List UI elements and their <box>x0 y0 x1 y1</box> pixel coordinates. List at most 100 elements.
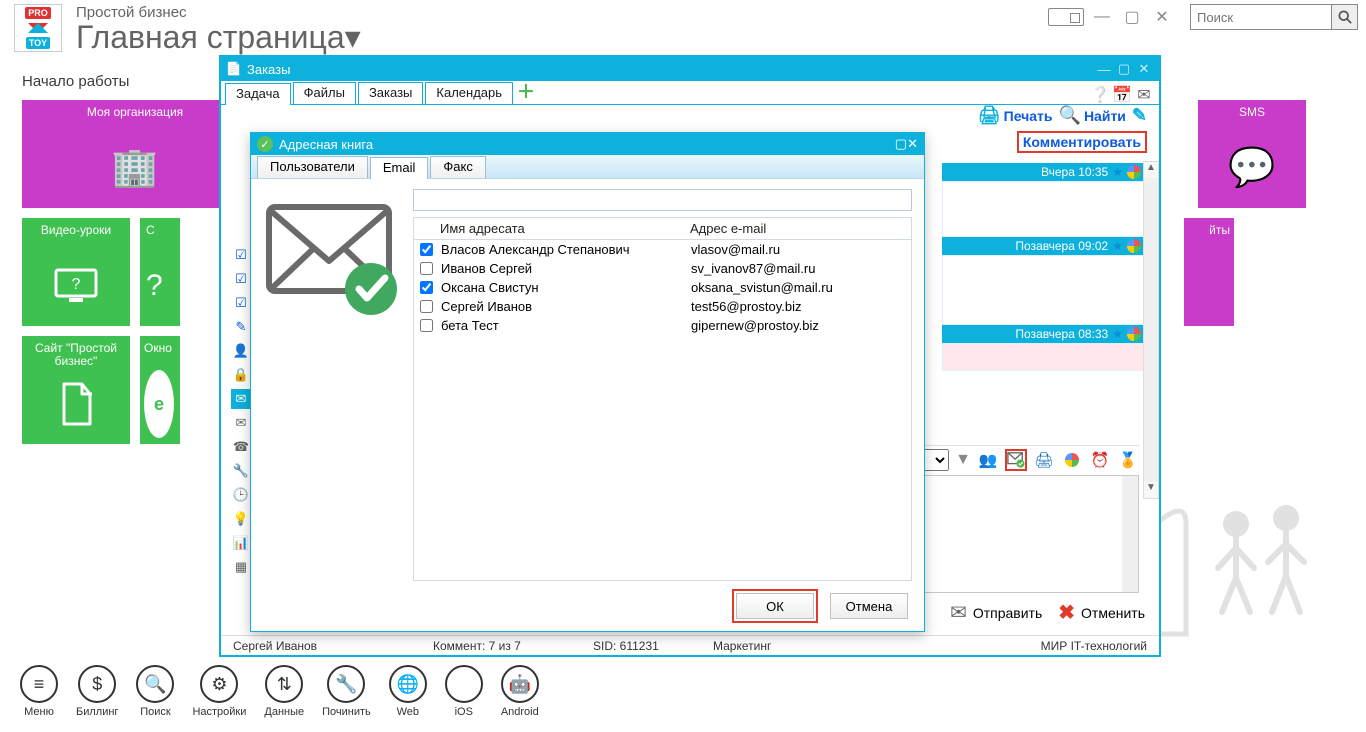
report-strip-icon[interactable]: 📊 <box>231 533 251 553</box>
check-icon[interactable]: ☑ <box>231 245 251 265</box>
pie-icon[interactable] <box>1061 449 1083 471</box>
comment-header[interactable]: Позавчера 08:33★ <box>942 325 1147 343</box>
clock-strip-icon[interactable]: 🕒 <box>231 485 251 505</box>
gear-icon: ⚙ <box>200 665 238 703</box>
addr-tab-fax[interactable]: Факс <box>430 156 485 178</box>
bulb-strip-icon[interactable]: 💡 <box>231 509 251 529</box>
comment-header[interactable]: Вчера 10:35★ <box>942 163 1147 181</box>
help-icon[interactable]: ❔ <box>1091 86 1109 104</box>
addr-cancel-button[interactable]: Отмена <box>830 593 908 619</box>
status-user: Сергей Иванов <box>221 639 421 653</box>
tile-sms[interactable]: SMS 💬 <box>1198 100 1306 208</box>
comment-header[interactable]: Позавчера 09:02★ <box>942 237 1147 255</box>
comment-body[interactable] <box>942 181 1147 237</box>
grid-strip-icon[interactable]: ▦ <box>231 557 251 577</box>
search-toolbar-button[interactable]: 🔍Поиск <box>136 665 174 718</box>
addr-row-email: sv_ivanov87@mail.ru <box>691 261 905 276</box>
comment-body[interactable] <box>942 255 1147 325</box>
tile-window[interactable]: Окно e <box>140 336 180 444</box>
editor-scrollbar[interactable] <box>1122 476 1138 592</box>
addr-th-email[interactable]: Адрес e-mail <box>684 218 911 239</box>
check-circle-icon: ✓ <box>257 136 273 152</box>
calendar-small-icon[interactable]: 📅 <box>1113 86 1131 104</box>
addr-tab-email[interactable]: Email <box>370 157 429 179</box>
alarm-icon[interactable]: ⏰ <box>1089 449 1111 471</box>
addr-search-input[interactable] <box>413 189 912 211</box>
lock-icon[interactable]: 🔒 <box>231 365 251 385</box>
page-title[interactable]: Главная страница▾ <box>76 21 1048 53</box>
data-button[interactable]: ⇅Данные <box>264 665 304 718</box>
addr-row-checkbox[interactable] <box>420 262 433 275</box>
scroll-up-icon[interactable]: ▲ <box>1144 162 1158 178</box>
find-link[interactable]: 🔍Найти <box>1059 105 1126 126</box>
tile-my-org[interactable]: Моя организация 🏢 <box>22 100 248 208</box>
addr-row[interactable]: Сергей Ивановtest56@prostoy.biz <box>414 297 911 316</box>
mail-check-icon[interactable] <box>1005 449 1027 471</box>
cancel-button[interactable]: ✖Отменить <box>1058 600 1145 625</box>
addr-row[interactable]: бета Тестgipernew@prostoy.biz <box>414 316 911 335</box>
send-button[interactable]: ✉Отправить <box>950 600 1042 625</box>
android-button[interactable]: 🤖Android <box>501 665 539 718</box>
check2-icon[interactable]: ☑ <box>231 269 251 289</box>
android-icon: 🤖 <box>501 665 539 703</box>
settings-button[interactable]: ⚙Настройки <box>192 665 246 718</box>
tab-files[interactable]: Файлы <box>293 82 356 104</box>
search-button[interactable] <box>1332 4 1358 30</box>
addr-ok-button[interactable]: ОК <box>736 593 814 619</box>
tile-site-pb[interactable]: Сайт "Простой бизнес" <box>22 336 130 444</box>
tile-video[interactable]: Видео-уроки ? <box>22 218 130 326</box>
minimize-icon[interactable]: — <box>1090 8 1114 26</box>
addr-row-checkbox[interactable] <box>420 281 433 294</box>
addr-row[interactable]: Власов Александр Степановичvlasov@mail.r… <box>414 240 911 259</box>
medal-icon[interactable]: 🏅 <box>1117 449 1139 471</box>
tab-calendar[interactable]: Календарь <box>425 82 513 104</box>
ios-button[interactable]: iOS <box>445 665 483 718</box>
keyboard-indicator[interactable] <box>1048 8 1084 26</box>
mail2-strip-icon[interactable]: ✉ <box>231 413 251 433</box>
comment-link[interactable]: Комментировать <box>1017 131 1147 153</box>
addr-row[interactable]: Иванов Сергейsv_ivanov87@mail.ru <box>414 259 911 278</box>
comment-body[interactable] <box>942 343 1147 371</box>
tab-task[interactable]: Задача <box>225 83 291 105</box>
edit-strip-icon[interactable]: ✎ <box>231 317 251 337</box>
orders-maximize-icon[interactable]: ▢ <box>1115 60 1133 78</box>
tile-sites[interactable]: йты <box>1184 218 1234 326</box>
print2-icon[interactable]: 🖨 <box>1033 449 1055 471</box>
addr-row[interactable]: Оксана Свистунoksana_svistun@mail.ru <box>414 278 911 297</box>
billing-icon: $ <box>78 665 116 703</box>
addr-row-checkbox[interactable] <box>420 243 433 256</box>
addr-th-name[interactable]: Имя адресата <box>434 218 684 239</box>
maximize-icon[interactable]: ▢ <box>1120 8 1144 26</box>
close-icon[interactable]: ✕ <box>1150 8 1174 26</box>
wrench-strip-icon[interactable]: 🔧 <box>231 461 251 481</box>
print-link[interactable]: 🖨Печать <box>978 105 1053 126</box>
addr-titlebar[interactable]: ✓ Адресная книга ▢ ✕ <box>251 133 924 155</box>
tab-orders[interactable]: Заказы <box>358 82 423 104</box>
billing-button[interactable]: $Биллинг <box>76 665 118 718</box>
mail-strip-icon[interactable]: ✉ <box>231 389 251 409</box>
people-icon[interactable]: 👥 <box>977 449 999 471</box>
message-icon[interactable]: ✉ <box>1135 86 1153 104</box>
menu-button[interactable]: ≡Меню <box>20 665 58 718</box>
repair-button[interactable]: 🔧Починить <box>322 665 371 718</box>
web-button[interactable]: 🌐Web <box>389 665 427 718</box>
tile-help[interactable]: С ? <box>140 218 180 326</box>
edit-link[interactable]: ✎ <box>1132 105 1147 126</box>
comments-list: Вчера 10:35★ Позавчера 09:02★ Позавчера … <box>942 163 1147 371</box>
orders-titlebar[interactable]: 📄 Заказы — ▢ ✕ <box>221 57 1159 81</box>
addr-tab-users[interactable]: Пользователи <box>257 156 368 178</box>
scroll-down-icon[interactable]: ▼ <box>1144 482 1158 498</box>
bottom-toolbar: ≡Меню $Биллинг 🔍Поиск ⚙Настройки ⇅Данные… <box>0 655 559 732</box>
addr-row-checkbox[interactable] <box>420 319 433 332</box>
addr-close-icon[interactable]: ✕ <box>907 136 918 152</box>
user-strip-icon[interactable]: 👤 <box>231 341 251 361</box>
comments-scrollbar[interactable]: ▲ ▼ <box>1143 161 1159 499</box>
tab-add-button[interactable]: ＋ <box>515 78 537 104</box>
phone-strip-icon[interactable]: ☎ <box>231 437 251 457</box>
search-input[interactable] <box>1190 4 1332 30</box>
check3-icon[interactable]: ☑ <box>231 293 251 313</box>
addr-row-checkbox[interactable] <box>420 300 433 313</box>
addr-maximize-icon[interactable]: ▢ <box>895 136 907 152</box>
orders-close-icon[interactable]: ✕ <box>1135 60 1153 78</box>
orders-minimize-icon[interactable]: — <box>1095 60 1113 78</box>
